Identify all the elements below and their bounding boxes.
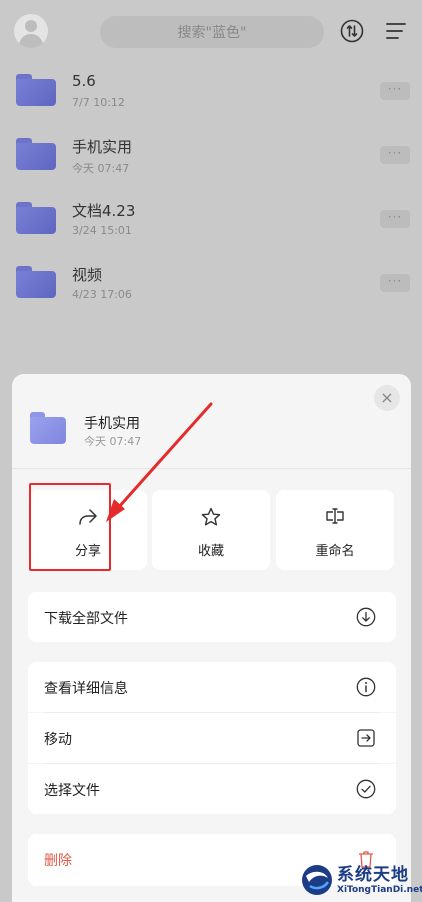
select-check-icon: [356, 779, 376, 799]
top-bar: 搜索"蓝色": [0, 0, 422, 64]
sheet-folder-name: 手机实用: [84, 416, 140, 432]
file-row[interactable]: 5.6 7/7 10:12 ···: [0, 66, 422, 130]
favorite-button[interactable]: 收藏: [152, 490, 270, 570]
select-files-option[interactable]: 选择文件: [28, 764, 396, 814]
divider: [12, 468, 411, 469]
favorite-label: 收藏: [197, 544, 224, 559]
folder-icon: [16, 74, 56, 106]
more-button[interactable]: ···: [380, 146, 410, 164]
file-row[interactable]: 手机实用 今天 07:47 ···: [0, 130, 422, 194]
folder-icon: [16, 138, 56, 170]
folder-icon: [16, 202, 56, 234]
rename-label: 重命名: [315, 544, 355, 559]
file-date: 7/7 10:12: [72, 96, 125, 109]
search-input[interactable]: 搜索"蓝色": [100, 16, 324, 48]
folder-icon: [30, 412, 66, 444]
file-row[interactable]: 文档4.23 3/24 15:01 ···: [0, 194, 422, 258]
option-label: 下载全部文件: [44, 611, 128, 627]
file-name: 手机实用: [72, 138, 133, 156]
details-option[interactable]: 查看详细信息: [28, 662, 396, 712]
move-option[interactable]: 移动: [28, 713, 396, 763]
file-date: 3/24 15:01: [72, 224, 132, 237]
more-button[interactable]: ···: [380, 82, 410, 100]
rename-button[interactable]: 重命名: [276, 490, 394, 570]
more-button[interactable]: ···: [380, 210, 410, 228]
menu-icon[interactable]: [386, 21, 406, 41]
download-icon: [356, 607, 376, 627]
annotation-highlight-box: [29, 483, 111, 571]
file-date: 今天 07:47: [72, 162, 130, 175]
download-all-option[interactable]: 下载全部文件: [28, 592, 396, 642]
move-icon: [357, 729, 375, 747]
folder-icon: [16, 266, 56, 298]
avatar[interactable]: [14, 14, 48, 48]
transfer-icon[interactable]: [340, 19, 364, 43]
file-row[interactable]: 视频 4/23 17:06 ···: [0, 258, 422, 322]
file-name: 文档4.23: [72, 202, 136, 220]
star-icon: [201, 507, 221, 526]
option-label: 移动: [44, 732, 72, 748]
file-name: 视频: [72, 266, 103, 284]
option-label: 选择文件: [44, 783, 100, 799]
rename-icon: [326, 508, 344, 524]
close-button[interactable]: ×: [374, 385, 400, 411]
file-date: 4/23 17:06: [72, 288, 132, 301]
sheet-folder-date: 今天 07:47: [84, 435, 142, 448]
watermark-logo: 系统天地 XiTongTianDi.net: [300, 858, 422, 902]
more-button[interactable]: ···: [380, 274, 410, 292]
option-label: 删除: [44, 853, 72, 869]
info-icon: [356, 677, 376, 697]
file-name: 5.6: [72, 72, 96, 90]
option-label: 查看详细信息: [44, 681, 128, 697]
